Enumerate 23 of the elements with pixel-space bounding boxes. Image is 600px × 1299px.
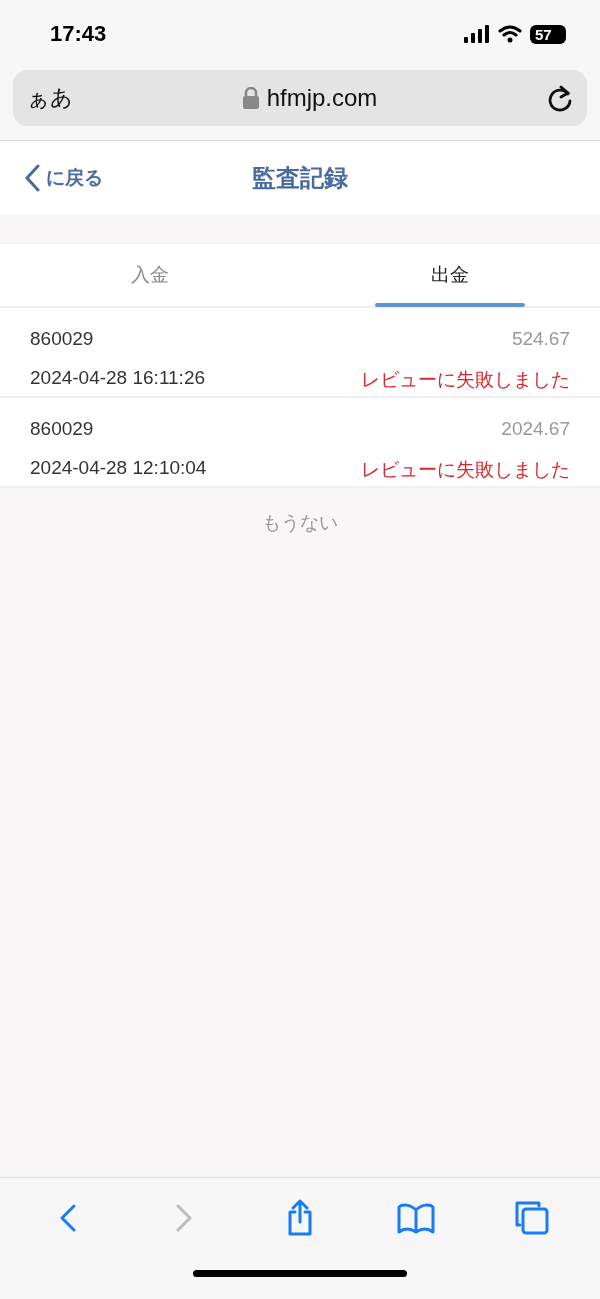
page-title: 監査記録 [252,162,348,193]
account-number: 860029 [30,418,95,441]
status-text: レビューに失敗しました [361,458,570,482]
reload-icon[interactable] [547,84,573,112]
signal-icon [464,25,490,43]
tab[interactable]: 出金 [300,244,600,306]
back-link[interactable]: に戻る [0,163,103,192]
end-note: もうない [261,511,339,535]
url-text: hfmjp.com [266,84,378,112]
account-number: 860029 [30,328,95,351]
lock-icon [242,87,259,109]
wifi-icon [498,25,522,43]
text-size-button[interactable]: ぁあ [27,83,73,113]
address-bar[interactable]: ぁあ hfmjp.com [13,70,587,126]
battery-level: 57 [530,24,566,44]
timestamp: 2024-04-28 16:11:26 [30,367,207,390]
tab[interactable]: 入金 [0,244,300,306]
status-time: 17:43 [50,21,107,47]
amount: 524.67 [510,328,570,351]
status-text: レビューに失敗しました [361,368,570,392]
amount: 2024.67 [500,418,570,441]
timestamp: 2024-04-28 12:10:04 [30,457,208,480]
chevron-left-icon [24,163,40,192]
